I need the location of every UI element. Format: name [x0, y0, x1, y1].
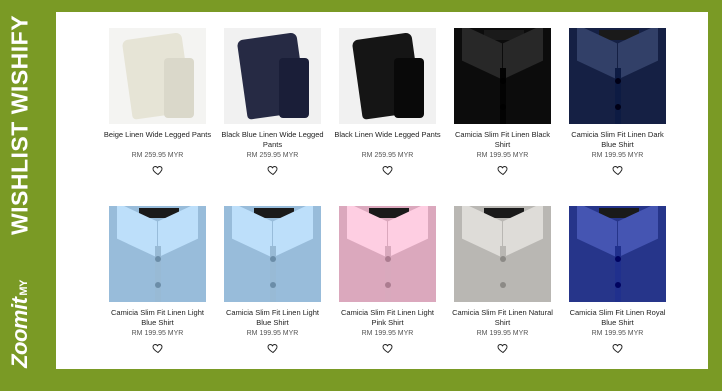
product-image[interactable]: [339, 28, 436, 124]
shirt-button-shape: [500, 78, 506, 84]
product-card[interactable]: Camicia Slim Fit Linen Natural Shirt RM 1…: [445, 206, 560, 376]
pants-leg-shape: [164, 58, 194, 118]
product-image[interactable]: [569, 206, 666, 302]
product-card[interactable]: Black Linen Wide Legged Pants RM 259.95 M…: [330, 28, 445, 198]
product-price: RM 199.95 MYR: [591, 330, 644, 337]
product-image[interactable]: [109, 28, 206, 124]
wishlist-panel: Beige Linen Wide Legged Pants RM 259.95 M…: [56, 12, 708, 369]
product-name[interactable]: Camicia Slim Fit Linen Natural Shirt: [445, 308, 560, 328]
sidebar-title: WISHLIST WISHIFY: [6, 14, 33, 236]
placket-shape: [500, 68, 506, 124]
product-name[interactable]: Camicia Slim Fit Linen Light Blue Shirt: [100, 308, 215, 328]
product-price: RM 199.95 MYR: [131, 330, 184, 337]
heart-outline-icon[interactable]: [496, 164, 509, 176]
brand-logo: ZoomitMY: [2, 262, 38, 387]
product-card[interactable]: Camicia Slim Fit Linen Light Pink Shirt R…: [330, 206, 445, 376]
shirt-button-shape: [385, 256, 391, 262]
product-image[interactable]: [454, 206, 551, 302]
heart-outline-icon[interactable]: [266, 164, 279, 176]
shirt-button-shape: [155, 256, 161, 262]
product-name[interactable]: Camicia Slim Fit Linen Dark Blue Shirt: [560, 130, 675, 150]
placket-shape: [615, 68, 621, 124]
product-image[interactable]: [224, 28, 321, 124]
product-card[interactable]: Beige Linen Wide Legged Pants RM 259.95 M…: [100, 28, 215, 198]
shirt-button-shape: [615, 104, 621, 110]
pants-leg-shape: [394, 58, 424, 118]
product-card[interactable]: Camicia Slim Fit Linen Light Blue Shirt R…: [100, 206, 215, 376]
shirt-button-shape: [270, 282, 276, 288]
product-card[interactable]: Camicia Slim Fit Linen Dark Blue Shirt RM…: [560, 28, 675, 198]
placket-shape: [615, 246, 621, 302]
heart-outline-icon[interactable]: [151, 164, 164, 176]
brand-sub: MY: [18, 280, 30, 296]
product-image[interactable]: [339, 206, 436, 302]
heart-outline-icon[interactable]: [266, 342, 279, 354]
shirt-button-shape: [615, 282, 621, 288]
product-card[interactable]: Black Blue Linen Wide Legged Pants RM 259…: [215, 28, 330, 198]
heart-outline-icon[interactable]: [381, 164, 394, 176]
heart-outline-icon[interactable]: [496, 342, 509, 354]
product-name[interactable]: Black Blue Linen Wide Legged Pants: [215, 130, 330, 150]
heart-outline-icon[interactable]: [611, 342, 624, 354]
product-card[interactable]: Camicia Slim Fit Linen Black Shirt RM 199…: [445, 28, 560, 198]
product-image[interactable]: [109, 206, 206, 302]
shirt-button-shape: [385, 282, 391, 288]
product-price: RM 199.95 MYR: [246, 330, 299, 337]
product-name[interactable]: Camicia Slim Fit Linen Light Pink Shirt: [330, 308, 445, 328]
product-card[interactable]: Camicia Slim Fit Linen Light Blue Shirt R…: [215, 206, 330, 376]
placket-shape: [385, 246, 391, 302]
product-name[interactable]: Camicia Slim Fit Linen Light Blue Shirt: [215, 308, 330, 328]
shirt-button-shape: [155, 282, 161, 288]
placket-shape: [155, 246, 161, 302]
product-image[interactable]: [454, 28, 551, 124]
heart-outline-icon[interactable]: [381, 342, 394, 354]
product-name[interactable]: Black Linen Wide Legged Pants: [330, 130, 445, 150]
product-price: RM 199.95 MYR: [361, 330, 414, 337]
shirt-button-shape: [270, 256, 276, 262]
brand-name: Zoomit: [7, 297, 32, 368]
pants-leg-shape: [279, 58, 309, 118]
product-name[interactable]: Camicia Slim Fit Linen Royal Blue Shirt: [560, 308, 675, 328]
shirt-button-shape: [615, 78, 621, 84]
product-price: RM 259.95 MYR: [246, 152, 299, 159]
product-price: RM 259.95 MYR: [361, 152, 414, 159]
shirt-button-shape: [615, 256, 621, 262]
shirt-button-shape: [500, 256, 506, 262]
product-price: RM 199.95 MYR: [476, 152, 529, 159]
shirt-button-shape: [500, 282, 506, 288]
heart-outline-icon[interactable]: [151, 342, 164, 354]
product-grid: Beige Linen Wide Legged Pants RM 259.95 M…: [100, 28, 675, 376]
product-image[interactable]: [224, 206, 321, 302]
product-name[interactable]: Camicia Slim Fit Linen Black Shirt: [445, 130, 560, 150]
heart-outline-icon[interactable]: [611, 164, 624, 176]
product-price: RM 199.95 MYR: [591, 152, 644, 159]
product-name[interactable]: Beige Linen Wide Legged Pants: [100, 130, 215, 150]
placket-shape: [500, 246, 506, 302]
placket-shape: [270, 246, 276, 302]
product-price: RM 259.95 MYR: [131, 152, 184, 159]
product-image[interactable]: [569, 28, 666, 124]
product-card[interactable]: Camicia Slim Fit Linen Royal Blue Shirt R…: [560, 206, 675, 376]
shirt-button-shape: [500, 104, 506, 110]
product-price: RM 199.95 MYR: [476, 330, 529, 337]
